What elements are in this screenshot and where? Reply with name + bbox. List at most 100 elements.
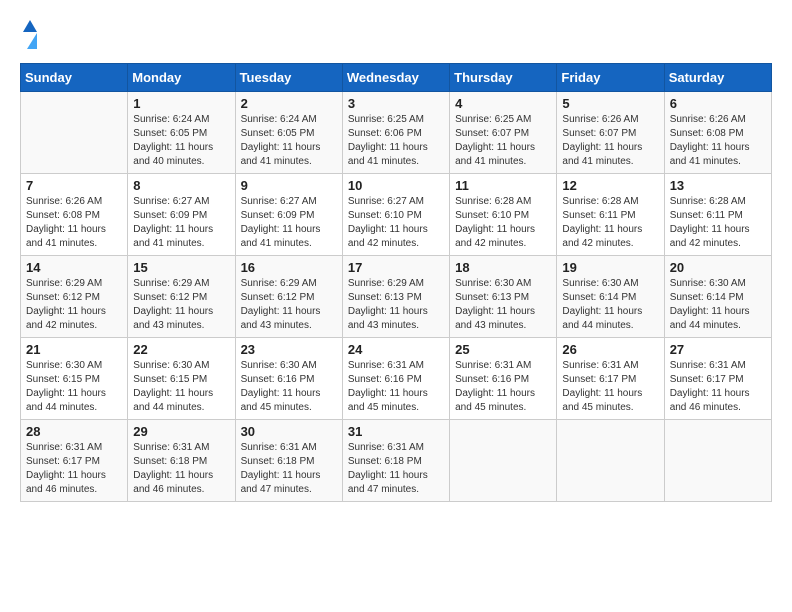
day-number: 6	[670, 96, 766, 111]
cell-info: Sunrise: 6:31 AM Sunset: 6:16 PM Dayligh…	[348, 359, 444, 415]
cell-info: Sunrise: 6:31 AM Sunset: 6:18 PM Dayligh…	[348, 441, 444, 497]
cell-info: Sunrise: 6:31 AM Sunset: 6:17 PM Dayligh…	[670, 359, 766, 415]
cell-info: Sunrise: 6:27 AM Sunset: 6:10 PM Dayligh…	[348, 195, 444, 251]
day-number: 13	[670, 178, 766, 193]
day-number: 31	[348, 424, 444, 439]
calendar-cell	[450, 420, 557, 502]
calendar-cell: 30Sunrise: 6:31 AM Sunset: 6:18 PM Dayli…	[235, 420, 342, 502]
day-number: 23	[241, 342, 337, 357]
calendar-cell: 26 Sunrise: 6:31 AM Sunset: 6:17 PM Dayli…	[557, 338, 664, 420]
cell-info: Sunrise: 6:29 AM Sunset: 6:12 PM Dayligh…	[26, 277, 122, 333]
calendar-cell: 1Sunrise: 6:24 AM Sunset: 6:05 PM Daylig…	[128, 92, 235, 174]
cell-info: Sunrise: 6:31 AM Sunset: 6:17 PM Dayligh…	[562, 359, 658, 415]
day-number: 3	[348, 96, 444, 111]
calendar-cell: 9 Sunrise: 6:27 AM Sunset: 6:09 PM Daylig…	[235, 174, 342, 256]
calendar-cell: 25Sunrise: 6:31 AM Sunset: 6:16 PM Dayli…	[450, 338, 557, 420]
header-friday: Friday	[557, 64, 664, 92]
cell-info: Sunrise: 6:31 AM Sunset: 6:18 PM Dayligh…	[241, 441, 337, 497]
day-number: 14	[26, 260, 122, 275]
day-number: 15	[133, 260, 229, 275]
calendar-cell: 4 Sunrise: 6:25 AM Sunset: 6:07 PM Daylig…	[450, 92, 557, 174]
calendar-cell: 14 Sunrise: 6:29 AM Sunset: 6:12 PM Dayli…	[21, 256, 128, 338]
calendar-cell: 12 Sunrise: 6:28 AM Sunset: 6:11 PM Dayli…	[557, 174, 664, 256]
cell-info: Sunrise: 6:30 AM Sunset: 6:13 PM Dayligh…	[455, 277, 551, 333]
cell-info: Sunrise: 6:30 AM Sunset: 6:15 PM Dayligh…	[133, 359, 229, 415]
cell-info: Sunrise: 6:31 AM Sunset: 6:16 PM Dayligh…	[455, 359, 551, 415]
cell-info: Sunrise: 6:30 AM Sunset: 6:14 PM Dayligh…	[670, 277, 766, 333]
calendar-cell: 21 Sunrise: 6:30 AM Sunset: 6:15 PM Dayli…	[21, 338, 128, 420]
calendar-cell: 27 Sunrise: 6:31 AM Sunset: 6:17 PM Dayli…	[664, 338, 771, 420]
day-number: 17	[348, 260, 444, 275]
cell-info: Sunrise: 6:29 AM Sunset: 6:12 PM Dayligh…	[133, 277, 229, 333]
cell-info: Sunrise: 6:28 AM Sunset: 6:11 PM Dayligh…	[562, 195, 658, 251]
day-number: 7	[26, 178, 122, 193]
calendar-cell: 17 Sunrise: 6:29 AM Sunset: 6:13 PM Dayli…	[342, 256, 449, 338]
day-number: 4	[455, 96, 551, 111]
calendar-cell: 18 Sunrise: 6:30 AM Sunset: 6:13 PM Dayli…	[450, 256, 557, 338]
calendar-week-row: 21 Sunrise: 6:30 AM Sunset: 6:15 PM Dayli…	[21, 338, 772, 420]
day-number: 5	[562, 96, 658, 111]
calendar-cell: 24 Sunrise: 6:31 AM Sunset: 6:16 PM Dayli…	[342, 338, 449, 420]
header-saturday: Saturday	[664, 64, 771, 92]
calendar-cell: 2 Sunrise: 6:24 AM Sunset: 6:05 PM Daylig…	[235, 92, 342, 174]
cell-info: Sunrise: 6:30 AM Sunset: 6:15 PM Dayligh…	[26, 359, 122, 415]
day-number: 21	[26, 342, 122, 357]
day-number: 9	[241, 178, 337, 193]
cell-info: Sunrise: 6:26 AM Sunset: 6:08 PM Dayligh…	[26, 195, 122, 251]
day-number: 1	[133, 96, 229, 111]
day-number: 22	[133, 342, 229, 357]
day-number: 24	[348, 342, 444, 357]
day-number: 12	[562, 178, 658, 193]
day-number: 11	[455, 178, 551, 193]
day-number: 2	[241, 96, 337, 111]
calendar-cell: 29 Sunrise: 6:31 AM Sunset: 6:18 PM Dayli…	[128, 420, 235, 502]
cell-info: Sunrise: 6:26 AM Sunset: 6:08 PM Dayligh…	[670, 113, 766, 169]
cell-info: Sunrise: 6:31 AM Sunset: 6:17 PM Dayligh…	[26, 441, 122, 497]
day-number: 10	[348, 178, 444, 193]
cell-info: Sunrise: 6:27 AM Sunset: 6:09 PM Dayligh…	[241, 195, 337, 251]
day-number: 29	[133, 424, 229, 439]
calendar-week-row: 28Sunrise: 6:31 AM Sunset: 6:17 PM Dayli…	[21, 420, 772, 502]
cell-info: Sunrise: 6:26 AM Sunset: 6:07 PM Dayligh…	[562, 113, 658, 169]
calendar-cell	[664, 420, 771, 502]
header-monday: Monday	[128, 64, 235, 92]
calendar-cell: 15 Sunrise: 6:29 AM Sunset: 6:12 PM Dayli…	[128, 256, 235, 338]
cell-info: Sunrise: 6:27 AM Sunset: 6:09 PM Dayligh…	[133, 195, 229, 251]
calendar-cell	[21, 92, 128, 174]
calendar-cell: 11Sunrise: 6:28 AM Sunset: 6:10 PM Dayli…	[450, 174, 557, 256]
calendar-cell: 28Sunrise: 6:31 AM Sunset: 6:17 PM Dayli…	[21, 420, 128, 502]
calendar-cell: 10 Sunrise: 6:27 AM Sunset: 6:10 PM Dayli…	[342, 174, 449, 256]
header-tuesday: Tuesday	[235, 64, 342, 92]
day-number: 8	[133, 178, 229, 193]
calendar-week-row: 14 Sunrise: 6:29 AM Sunset: 6:12 PM Dayli…	[21, 256, 772, 338]
calendar-cell: 19 Sunrise: 6:30 AM Sunset: 6:14 PM Dayli…	[557, 256, 664, 338]
calendar-cell: 20Sunrise: 6:30 AM Sunset: 6:14 PM Dayli…	[664, 256, 771, 338]
calendar-cell: 7 Sunrise: 6:26 AM Sunset: 6:08 PM Daylig…	[21, 174, 128, 256]
calendar-week-row: 7 Sunrise: 6:26 AM Sunset: 6:08 PM Daylig…	[21, 174, 772, 256]
cell-info: Sunrise: 6:30 AM Sunset: 6:16 PM Dayligh…	[241, 359, 337, 415]
logo	[20, 20, 37, 53]
calendar-cell: 3 Sunrise: 6:25 AM Sunset: 6:06 PM Daylig…	[342, 92, 449, 174]
day-number: 16	[241, 260, 337, 275]
header-wednesday: Wednesday	[342, 64, 449, 92]
cell-info: Sunrise: 6:31 AM Sunset: 6:18 PM Dayligh…	[133, 441, 229, 497]
day-number: 19	[562, 260, 658, 275]
day-number: 18	[455, 260, 551, 275]
calendar-header-row: SundayMondayTuesdayWednesdayThursdayFrid…	[21, 64, 772, 92]
cell-info: Sunrise: 6:29 AM Sunset: 6:12 PM Dayligh…	[241, 277, 337, 333]
calendar-cell: 16 Sunrise: 6:29 AM Sunset: 6:12 PM Dayli…	[235, 256, 342, 338]
calendar-table: SundayMondayTuesdayWednesdayThursdayFrid…	[20, 63, 772, 502]
cell-info: Sunrise: 6:25 AM Sunset: 6:07 PM Dayligh…	[455, 113, 551, 169]
cell-info: Sunrise: 6:24 AM Sunset: 6:05 PM Dayligh…	[241, 113, 337, 169]
calendar-week-row: 1 Sunrise: 6:24 AM Sunset: 6:05 PM Daylig…	[21, 92, 772, 174]
calendar-cell: 22 Sunrise: 6:30 AM Sunset: 6:15 PM Dayli…	[128, 338, 235, 420]
cell-info: Sunrise: 6:25 AM Sunset: 6:06 PM Dayligh…	[348, 113, 444, 169]
cell-info: Sunrise: 6:29 AM Sunset: 6:13 PM Dayligh…	[348, 277, 444, 333]
cell-info: Sunrise: 6:30 AM Sunset: 6:14 PM Dayligh…	[562, 277, 658, 333]
calendar-cell: 5 Sunrise: 6:26 AM Sunset: 6:07 PM Daylig…	[557, 92, 664, 174]
day-number: 26	[562, 342, 658, 357]
page-header	[20, 20, 772, 53]
header-thursday: Thursday	[450, 64, 557, 92]
calendar-cell: 8 Sunrise: 6:27 AM Sunset: 6:09 PM Daylig…	[128, 174, 235, 256]
day-number: 27	[670, 342, 766, 357]
